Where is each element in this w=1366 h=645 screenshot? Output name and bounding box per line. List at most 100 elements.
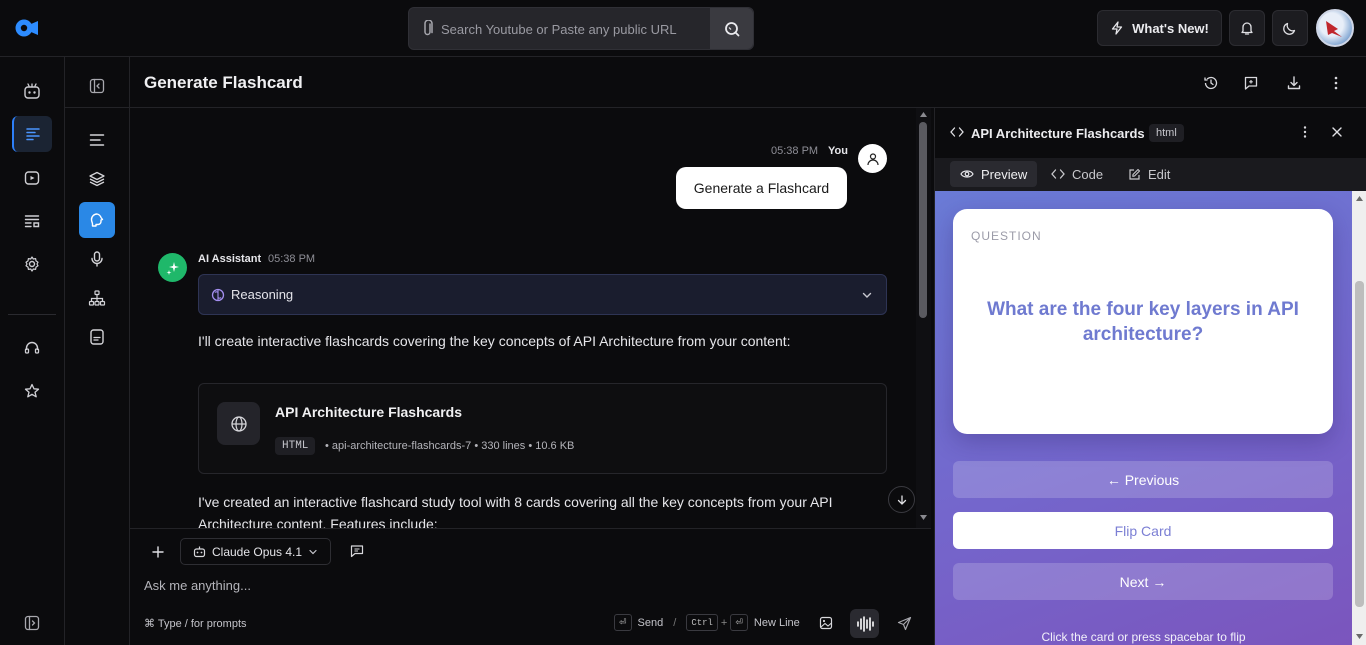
search-input[interactable]	[441, 19, 711, 39]
page-title: Generate Flashcard	[144, 73, 303, 92]
attach-button[interactable]	[148, 542, 168, 562]
app-logo-icon[interactable]	[14, 15, 40, 41]
user-avatar-small	[858, 144, 887, 173]
flashcard-hint: Click the card or press spacebar to flip	[1041, 630, 1246, 644]
tool-summary[interactable]	[79, 122, 115, 158]
flashcard-question: What are the four key layers in API arch…	[987, 299, 1299, 345]
flashcard[interactable]: QUESTION What are the four key layers in…	[953, 209, 1333, 434]
tab-preview[interactable]: Preview	[950, 161, 1038, 187]
panel-more-button[interactable]	[1295, 122, 1315, 142]
flip-card-button[interactable]: Flip Card	[953, 512, 1333, 549]
secondary-sidebar	[65, 57, 130, 645]
sidebar-item-assistant[interactable]	[12, 73, 52, 109]
panel-title: API Architecture Flashcards	[971, 126, 1145, 141]
model-selector[interactable]: Claude Opus 4.1	[180, 538, 331, 565]
tool-voice[interactable]	[79, 241, 115, 277]
brain-icon	[87, 210, 107, 230]
search-button[interactable]	[710, 8, 753, 49]
assistant-name: AI Assistant	[198, 253, 262, 265]
previous-card-button[interactable]: ← Previous	[953, 461, 1333, 498]
message-input[interactable]	[144, 575, 744, 595]
notifications-button[interactable]	[1229, 10, 1265, 46]
user-name: You	[828, 145, 848, 157]
message-composer: Claude Opus 4.1 ⌘ Type / for prompts ⏎ S…	[130, 528, 931, 645]
tool-document[interactable]	[79, 319, 115, 355]
reasoning-accordion[interactable]: Reasoning	[198, 274, 887, 315]
edit-icon	[1128, 168, 1141, 181]
bell-icon	[1239, 20, 1255, 36]
preview-scrollbar-thumb[interactable]	[1355, 281, 1364, 607]
more-options-button[interactable]	[1324, 71, 1348, 95]
send-button[interactable]	[892, 611, 916, 635]
collapse-panel-button[interactable]	[79, 68, 115, 104]
assistant-outro-text: I've created an interactive flashcard st…	[198, 494, 833, 528]
chevron-down-icon	[861, 289, 873, 301]
user-message-bubble: Generate a Flashcard	[676, 167, 847, 209]
panel-expand-icon	[23, 614, 41, 632]
artifact-type-badge: HTML	[275, 437, 316, 455]
preview-scrollbar[interactable]	[1352, 191, 1366, 645]
rail-divider	[65, 107, 129, 108]
tab-code[interactable]: Code	[1041, 161, 1113, 187]
top-bar: What's New!	[0, 0, 1366, 57]
sparkle-icon	[166, 261, 180, 275]
user-avatar[interactable]	[1316, 9, 1354, 47]
sidebar-divider	[8, 314, 56, 315]
tab-edit[interactable]: Edit	[1118, 161, 1180, 187]
sidebar-item-favorites[interactable]	[12, 373, 52, 409]
next-card-button[interactable]: Next →	[953, 563, 1333, 600]
code-brackets-icon	[1051, 168, 1065, 180]
user-message-time: 05:38 PM	[771, 145, 819, 157]
artifact-meta: • api-architecture-flashcards-7 • 330 li…	[325, 440, 575, 452]
newline-shortcut-label: New Line	[753, 616, 800, 629]
artifact-card[interactable]: API Architecture Flashcards HTML • api-a…	[198, 383, 887, 474]
prompts-button[interactable]	[347, 541, 367, 561]
tool-flashcards[interactable]	[79, 202, 115, 238]
new-chat-button[interactable]	[1239, 71, 1263, 95]
scroll-to-bottom-button[interactable]	[888, 486, 915, 513]
send-shortcut-label: Send	[637, 616, 664, 629]
whats-new-button[interactable]: What's New!	[1097, 10, 1222, 46]
tool-mindmap[interactable]	[79, 280, 115, 316]
flashcard-side-label: QUESTION	[971, 229, 1042, 243]
panel-collapse-icon	[88, 77, 106, 95]
tool-layers[interactable]	[79, 161, 115, 197]
sidebar-item-videos[interactable]	[12, 160, 52, 196]
download-button[interactable]	[1282, 71, 1306, 95]
sidebar-item-library[interactable]	[12, 203, 52, 239]
panel-type-badge: html	[1149, 124, 1184, 142]
expand-sidebar-button[interactable]	[12, 605, 52, 641]
library-icon	[23, 212, 41, 230]
code-brackets-icon	[950, 126, 964, 138]
paperclip-icon[interactable]	[421, 20, 435, 38]
eye-icon	[960, 168, 974, 180]
chat-scrollbar-thumb[interactable]	[919, 122, 927, 318]
waveform-icon	[856, 615, 874, 632]
ctrl-key: Ctrl	[686, 614, 718, 631]
chat-scrollbar[interactable]	[916, 108, 931, 528]
scroll-down-icon	[920, 515, 927, 520]
brain-icon	[211, 288, 225, 302]
sidebar-item-support[interactable]	[12, 330, 52, 366]
voice-input-button[interactable]	[850, 609, 879, 638]
scroll-up-icon	[1356, 196, 1363, 201]
moon-icon	[1282, 20, 1298, 36]
history-button[interactable]	[1199, 71, 1223, 95]
microphone-icon	[88, 250, 106, 268]
download-icon	[1286, 75, 1302, 91]
globe-icon	[230, 415, 248, 433]
sidebar-item-settings[interactable]	[12, 246, 52, 282]
keyboard-shortcuts: ⏎ Send / Ctrl + ⏎ New Line	[614, 614, 800, 631]
chat-thread: 05:38 PM You Generate a Flashcard AI Ass…	[130, 108, 916, 528]
panel-tabs: Preview Code Edit	[935, 158, 1366, 191]
artifact-panel: API Architecture Flashcards html Preview…	[934, 108, 1366, 645]
list-icon	[24, 125, 42, 143]
sidebar-item-notes[interactable]	[12, 116, 52, 152]
close-panel-button[interactable]	[1327, 122, 1347, 142]
theme-toggle-button[interactable]	[1272, 10, 1308, 46]
shortcut-separator: /	[673, 616, 677, 629]
scroll-down-icon	[1356, 634, 1363, 639]
model-name: Claude Opus 4.1	[212, 544, 303, 559]
image-upload-button[interactable]	[816, 613, 836, 633]
arrow-down-icon	[896, 494, 908, 506]
